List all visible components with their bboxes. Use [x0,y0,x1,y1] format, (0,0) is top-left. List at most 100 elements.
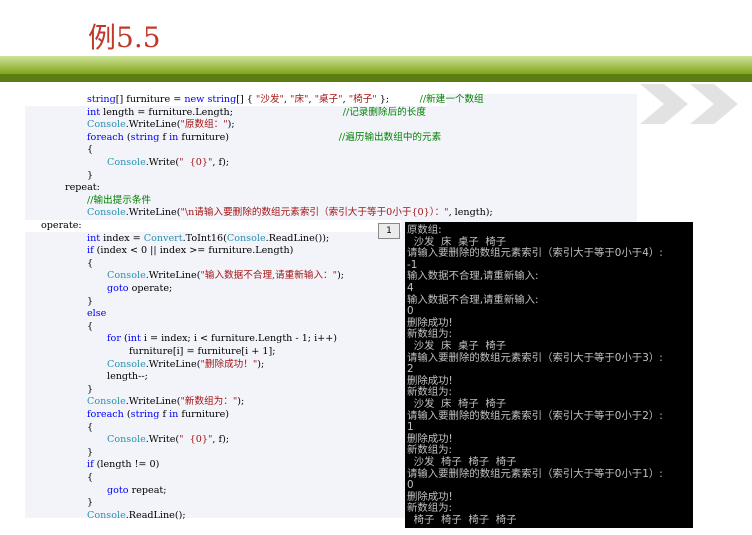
code-comment: //记录删除后的长度 [342,106,426,118]
code-token: .WriteLine( [125,119,181,131]
code-token: new [184,94,205,105]
code-token: "沙发" [255,94,284,105]
code-token: string [130,409,160,420]
code-line: furniture[i] = furniture[i + 1]; [25,346,275,358]
code-line: operate: [25,220,401,232]
console-line: -1 [407,258,418,271]
console-line: 输入数据不合理,请重新输入: [407,270,539,283]
code-token: .WriteLine( [145,358,201,370]
code-token: } [87,497,94,509]
code-line: string[] furniture = new string[] { "沙发"… [25,94,484,106]
code-token: string [207,94,237,105]
code-token: goto [107,484,129,496]
code-token: , f); [212,157,230,168]
code-token: Console [226,232,266,244]
code-line: Console.ReadLine(); [25,510,186,522]
code-token: }; [376,94,390,105]
code-line: } [25,296,93,308]
code-token: if [87,245,94,257]
code-token: .WriteLine( [125,207,181,219]
code-token: ); [337,270,345,282]
console-line: 沙发 椅子 椅子 椅子 [407,456,517,468]
code-line: //输出提示条件 [25,195,151,207]
code-line: } [25,497,93,509]
code-token: } [87,383,94,395]
code-token: .ReadLine()); [265,232,330,244]
code-token: .Write( [145,434,180,446]
console-line: 请输入要删除的数组元素索引（索引大于等于0小于3）: [407,351,663,364]
console-line: 新数组为: [407,328,453,341]
code-token: f [159,131,170,143]
code-token: length = furniture.Length; [100,106,233,118]
header-band [0,56,752,74]
code-token: .Write( [145,157,180,168]
code-comment: //输出提示条件 [87,194,152,206]
console-line: 1 [407,421,414,434]
code-token: } [87,169,94,181]
code-line: { [25,258,93,270]
code-token: furniture[i] = furniture[i + 1]; [129,346,276,357]
code-token: } [87,446,94,458]
code-line: for (int i = index; i < furniture.Length… [25,333,337,345]
code-token: { [87,257,94,269]
code-token: i = index; i < furniture.Length - 1; i++… [140,333,337,345]
console-line: 新数组为: [407,386,453,399]
code-token: goto [107,283,129,294]
code-line: Console.Write(" {0}", f); [25,157,229,169]
code-line: foreach (string f in furniture) //遍历输出数组… [25,132,441,144]
code-token: .ReadLine(); [125,509,186,521]
code-token: ( [120,333,128,345]
code-comment: //新建一个数组 [419,94,484,105]
code-token: length--; [107,371,148,383]
code-token: Convert [143,232,183,244]
code-token: ); [257,358,265,370]
code-token: ); [227,119,235,131]
console-line: 0 [407,479,414,492]
code-token: repeat: [65,182,100,194]
code-token: Console [87,509,126,521]
console-line: 新数组为: [407,444,453,457]
code-line: } [25,170,93,182]
code-token: foreach [87,131,124,143]
code-token: "新数组为：" [180,396,238,408]
slide-title: 例5.5 [88,21,161,54]
code-line: { [25,144,93,156]
code-line: { [25,422,93,434]
code-line: goto repeat; [25,485,167,497]
code-line: { [25,321,93,333]
code-line: int length = furniture.Length; //记录删除后的长… [25,107,426,119]
code-token: Console [107,157,146,168]
code-token: { [87,421,94,433]
code-token: "桌子" [314,94,343,105]
code-line: Console.WriteLine("删除成功！"); [25,359,264,371]
code-token: (length != 0) [93,459,160,471]
code-token: "床" [290,94,309,105]
header-band-shadow [0,74,752,82]
console-line: 删除成功! [407,316,453,329]
console-line: 椅子 椅子 椅子 椅子 [407,514,517,526]
console-line: 请输入要删除的数组元素索引（索引大于等于0小于1）: [407,467,663,480]
code-token: Console [107,270,146,282]
code-line: Console.WriteLine("输入数据不合理,请重新输入："); [25,270,344,282]
code-line: Console.WriteLine("新数组为："); [25,396,244,408]
code-line: repeat: [25,182,100,194]
step-badge: 1 [378,223,400,239]
code-line: Console.WriteLine("原数组："); [25,119,235,131]
code-token: else [87,308,107,320]
code-token: (index < 0 || index >= furniture.Length) [93,245,294,257]
code-token: int [87,232,101,244]
code-line: else [25,308,106,320]
code-token: ( [123,409,131,420]
console-line: 沙发 床 桌子 椅子 [407,235,507,248]
code-token: string [130,131,160,143]
code-token: ( [123,131,131,143]
console-line: 沙发 床 椅子 椅子 [407,398,507,410]
code-token: Console [87,119,126,131]
console-line: 原数组: [407,224,442,236]
console-line: 请输入要删除的数组元素索引（索引大于等于0小于2）: [407,409,663,422]
next-arrows-icon [640,84,738,124]
code-token: int [127,333,141,345]
